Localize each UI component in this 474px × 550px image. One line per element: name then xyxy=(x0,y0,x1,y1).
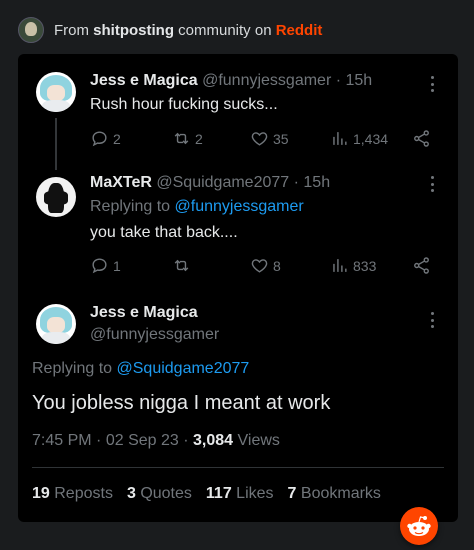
post-source-header: From shitposting community on Reddit xyxy=(18,17,322,43)
replying-prefix: Replying to xyxy=(32,360,117,377)
tweet-thread-screenshot: Jess e Magica @funnyjessgamer · 15h Rush… xyxy=(18,54,458,545)
reply-button[interactable]: 1 xyxy=(90,256,121,275)
engagement-stats: 19 Reposts 3 Quotes 117 Likes 7 Bookmark… xyxy=(32,485,381,503)
repost-icon xyxy=(172,256,191,275)
source-text: From shitposting community on Reddit xyxy=(54,22,322,39)
mention-link[interactable]: @Squidgame2077 xyxy=(117,360,250,377)
replying-to: Replying to @Squidgame2077 xyxy=(32,360,249,378)
stat-number: 117 xyxy=(205,485,232,502)
reply-icon xyxy=(90,256,109,275)
stat-label: Reposts xyxy=(54,485,113,502)
views-icon xyxy=(330,129,349,148)
like-icon xyxy=(250,256,269,275)
like-button[interactable]: 35 xyxy=(250,129,289,148)
display-name[interactable]: Jess e Magica xyxy=(90,304,198,322)
more-icon[interactable] xyxy=(431,76,435,92)
likes-stat[interactable]: 117 Likes xyxy=(206,485,274,503)
reddit-icon[interactable] xyxy=(400,507,438,545)
tweet-text: You jobless nigga I meant at work xyxy=(32,392,331,414)
repost-icon xyxy=(172,129,191,148)
views-button[interactable]: 833 xyxy=(330,256,376,275)
more-icon[interactable] xyxy=(431,176,435,192)
views-count: 3,084 xyxy=(193,432,234,449)
tweet-header: MaXTeR @Squidgame2077 · 15h xyxy=(90,174,330,192)
stat-number: 3 xyxy=(126,485,136,502)
tweet-text: you take that back.... xyxy=(90,224,238,241)
share-icon xyxy=(412,256,431,275)
view-count: 833 xyxy=(353,257,377,274)
reposts-stat[interactable]: 19 Reposts xyxy=(32,485,113,503)
share-button[interactable] xyxy=(412,129,431,148)
tweet-timestamp[interactable]: 7:45 PM · 02 Sep 23 · 3,084 Views xyxy=(32,432,280,450)
display-name[interactable]: MaXTeR xyxy=(90,174,152,191)
more-icon[interactable] xyxy=(431,312,435,328)
views-button[interactable]: 1,434 xyxy=(330,129,388,148)
views-icon xyxy=(330,256,349,275)
divider xyxy=(32,467,444,468)
timestamp[interactable]: 15h xyxy=(303,174,330,191)
display-name[interactable]: Jess e Magica xyxy=(90,72,198,89)
view-count: 1,434 xyxy=(353,130,389,147)
replying-to: Replying to @funnyjessgamer xyxy=(90,198,304,216)
action-bar: 1 8 833 xyxy=(90,256,446,276)
stat-number: 19 xyxy=(32,485,50,502)
tweet-header: Jess e Magica @funnyjessgamer · 15h xyxy=(90,72,372,90)
source-prefix: From xyxy=(54,21,94,39)
mention-link[interactable]: @funnyjessgamer xyxy=(175,198,304,215)
replying-prefix: Replying to xyxy=(90,198,175,215)
separator: · xyxy=(293,174,299,191)
handle[interactable]: @funnyjessgamer xyxy=(90,326,219,344)
thread-connector xyxy=(55,118,57,170)
platform-name[interactable]: Reddit xyxy=(276,22,323,39)
community-avatar[interactable] xyxy=(18,17,44,43)
share-button[interactable] xyxy=(412,256,431,275)
avatar[interactable] xyxy=(36,72,76,112)
avatar[interactable] xyxy=(36,177,76,217)
timestamp[interactable]: 15h xyxy=(346,72,373,89)
bookmarks-stat[interactable]: 7 Bookmarks xyxy=(288,485,381,503)
views-label: Views xyxy=(237,432,280,449)
like-icon xyxy=(250,129,269,148)
quotes-stat[interactable]: 3 Quotes xyxy=(127,485,192,503)
handle[interactable]: @Squidgame2077 xyxy=(156,174,289,191)
stat-label: Bookmarks xyxy=(300,485,381,502)
date: 02 Sep 23 xyxy=(105,432,179,449)
handle[interactable]: @funnyjessgamer xyxy=(202,72,331,89)
source-middle: community on xyxy=(174,21,276,39)
reply-icon xyxy=(90,129,109,148)
display-name-text: Jess e Magica xyxy=(90,304,198,321)
share-icon xyxy=(412,129,431,148)
avatar[interactable] xyxy=(36,304,76,344)
repost-button[interactable] xyxy=(172,256,191,275)
reply-button[interactable]: 2 xyxy=(90,129,121,148)
reply-count: 1 xyxy=(113,257,121,274)
action-bar: 2 2 35 1,434 xyxy=(90,129,446,149)
community-name[interactable]: shitposting xyxy=(93,22,174,39)
separator: · xyxy=(183,432,189,449)
like-count: 8 xyxy=(273,257,281,274)
tweet-text: Rush hour fucking sucks... xyxy=(90,96,278,113)
repost-count: 2 xyxy=(195,130,203,147)
stat-number: 7 xyxy=(287,485,297,502)
stat-label: Quotes xyxy=(140,485,192,502)
time: 7:45 PM xyxy=(32,432,92,449)
handle-text: @funnyjessgamer xyxy=(90,326,220,343)
like-button[interactable]: 8 xyxy=(250,256,281,275)
repost-button[interactable]: 2 xyxy=(172,129,203,148)
like-count: 35 xyxy=(273,130,289,147)
stat-label: Likes xyxy=(236,485,274,502)
separator: · xyxy=(96,432,102,449)
reply-count: 2 xyxy=(113,130,121,147)
separator: · xyxy=(335,72,342,89)
